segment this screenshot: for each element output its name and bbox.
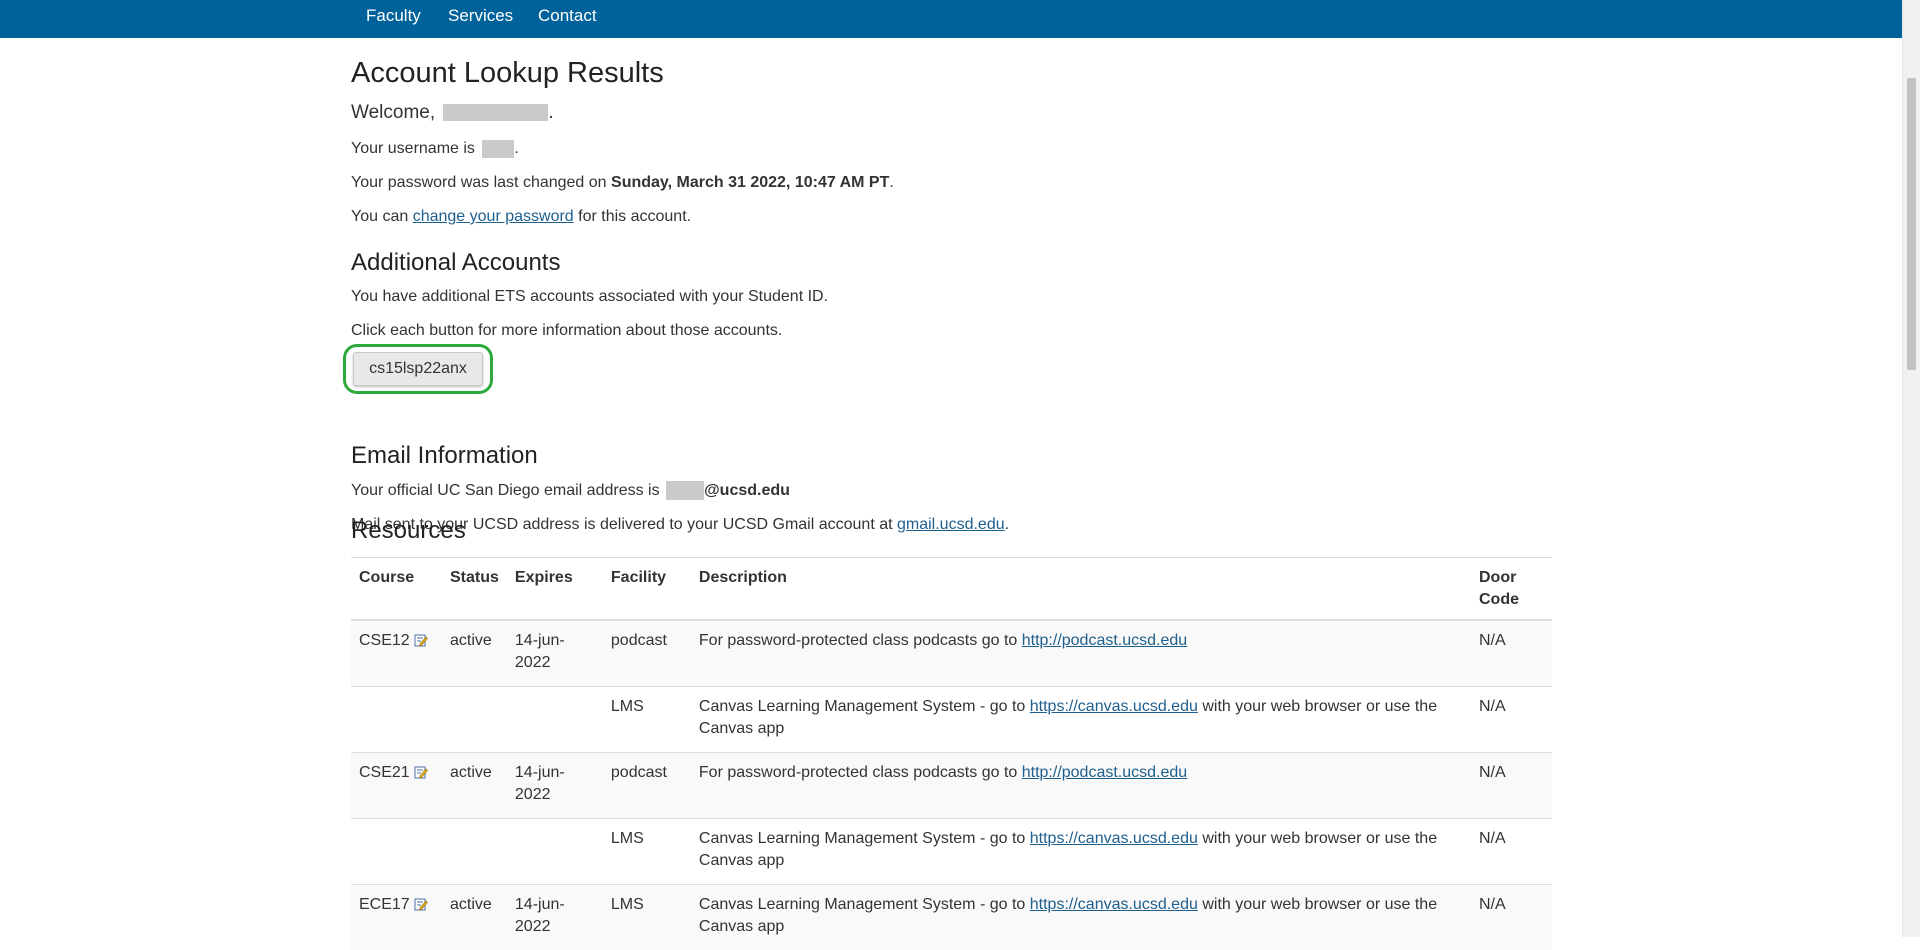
additional-account-button[interactable]: cs15lsp22anx: [353, 352, 483, 386]
cell-expires: [507, 819, 603, 885]
password-suffix: .: [889, 174, 893, 191]
cell-facility: LMS: [603, 885, 691, 950]
cell-door-code: N/A: [1471, 620, 1552, 687]
additional-accounts-instructions: Click each button for more information a…: [351, 321, 782, 341]
cell-expires: [507, 687, 603, 753]
email-address-line: Your official UC San Diego email address…: [351, 481, 790, 501]
change-password-link[interactable]: change your password: [413, 208, 574, 225]
additional-accounts-heading: Additional Accounts: [351, 249, 560, 277]
column-header-facility: Facility: [603, 558, 691, 621]
table-row: ECE17 active14-jun-2022LMS Canvas Learning…: [351, 885, 1552, 950]
description-link[interactable]: https://canvas.ucsd.edu: [1030, 896, 1198, 913]
top-navigation-bar: Faculty Services Contact: [0, 0, 1902, 38]
edit-note-icon[interactable]: [414, 764, 428, 778]
gmail-link[interactable]: gmail.ucsd.edu: [897, 516, 1005, 533]
cell-description: Canvas Learning Management System - go t…: [691, 819, 1471, 885]
edit-note-icon[interactable]: [414, 632, 428, 646]
additional-accounts-text: You have additional ETS accounts associa…: [351, 287, 828, 307]
nav-link-services[interactable]: Services: [448, 6, 513, 26]
column-header-door-code: Door Code: [1471, 558, 1552, 621]
cell-description: For password-protected class podcasts go…: [691, 753, 1471, 819]
password-changed-date: Sunday, March 31 2022, 10:47 AM PT: [611, 174, 889, 191]
cell-door-code: N/A: [1471, 753, 1552, 819]
username-suffix: .: [514, 140, 518, 157]
course-name: CSE21: [359, 764, 410, 781]
cell-expires: 14-jun-2022: [507, 620, 603, 687]
email-information-heading: Email Information: [351, 442, 538, 470]
redacted-username: [482, 140, 514, 158]
cell-facility: LMS: [603, 687, 691, 753]
cell-course: ECE17: [351, 885, 442, 950]
description-link[interactable]: http://podcast.ucsd.edu: [1022, 764, 1187, 781]
edit-note-icon[interactable]: [414, 896, 428, 910]
cell-description: Canvas Learning Management System - go t…: [691, 687, 1471, 753]
cell-status: active: [442, 620, 507, 687]
cell-status: [442, 819, 507, 885]
password-prefix: Your password was last changed on: [351, 174, 607, 191]
table-header-row: Course Status Expires Facility Descripti…: [351, 558, 1552, 621]
cell-description: Canvas Learning Management System - go t…: [691, 885, 1471, 950]
redacted-name: [443, 104, 548, 121]
resources-heading: Resources: [351, 517, 466, 545]
table-row: LMS Canvas Learning Management System - g…: [351, 687, 1552, 753]
cell-facility: podcast: [603, 753, 691, 819]
cell-description: For password-protected class podcasts go…: [691, 620, 1471, 687]
description-text: Canvas Learning Management System - go t…: [699, 896, 1025, 913]
cell-course: [351, 819, 442, 885]
gmail-line-suffix: .: [1005, 516, 1009, 533]
change-suffix: for this account.: [578, 208, 691, 225]
username-prefix: Your username is: [351, 140, 475, 157]
username-line: Your username is .: [351, 139, 519, 159]
welcome-prefix: Welcome,: [351, 102, 435, 123]
column-header-status: Status: [442, 558, 507, 621]
table-row: LMS Canvas Learning Management System - g…: [351, 819, 1552, 885]
course-name: CSE12: [359, 632, 410, 649]
description-text: Canvas Learning Management System - go t…: [699, 830, 1025, 847]
description-link[interactable]: https://canvas.ucsd.edu: [1030, 830, 1198, 847]
cell-course: CSE21: [351, 753, 442, 819]
table-row: CSE21 active14-jun-2022podcast For passwor…: [351, 753, 1552, 819]
redacted-email-user: [666, 481, 704, 500]
cell-facility: LMS: [603, 819, 691, 885]
email-domain: @ucsd.edu: [704, 482, 790, 499]
cell-status: active: [442, 753, 507, 819]
nav-link-faculty[interactable]: Faculty: [366, 6, 421, 26]
email-line-prefix: Your official UC San Diego email address…: [351, 482, 660, 499]
nav-link-contact[interactable]: Contact: [538, 6, 597, 26]
scrollbar-thumb[interactable]: [1907, 78, 1916, 370]
welcome-line: Welcome, .: [351, 101, 554, 125]
cell-facility: podcast: [603, 620, 691, 687]
password-changed-line: Your password was last changed on Sunday…: [351, 173, 894, 193]
cell-door-code: N/A: [1471, 687, 1552, 753]
column-header-expires: Expires: [507, 558, 603, 621]
resources-table-body: CSE12active14-jun-2022podcastFor passwor…: [351, 620, 1552, 950]
description-text: For password-protected class podcasts go…: [699, 632, 1017, 649]
change-prefix: You can: [351, 208, 408, 225]
course-name: ECE17: [359, 896, 410, 913]
page-title: Account Lookup Results: [351, 55, 664, 91]
cell-door-code: N/A: [1471, 885, 1552, 950]
column-header-description: Description: [691, 558, 1471, 621]
column-header-course: Course: [351, 558, 442, 621]
description-text: For password-protected class podcasts go…: [699, 764, 1017, 781]
cell-status: [442, 687, 507, 753]
resources-table: Course Status Expires Facility Descripti…: [351, 557, 1552, 950]
change-password-line: You can change your password for this ac…: [351, 207, 691, 227]
description-link[interactable]: http://podcast.ucsd.edu: [1022, 632, 1187, 649]
description-link[interactable]: https://canvas.ucsd.edu: [1030, 698, 1198, 715]
cell-course: CSE12: [351, 620, 442, 687]
cell-expires: 14-jun-2022: [507, 885, 603, 950]
cell-course: [351, 687, 442, 753]
description-text: Canvas Learning Management System - go t…: [699, 698, 1025, 715]
table-row: CSE12 active14-jun-2022podcast For passwor…: [351, 620, 1552, 687]
cell-expires: 14-jun-2022: [507, 753, 603, 819]
cell-door-code: N/A: [1471, 819, 1552, 885]
page-scrollbar[interactable]: [1902, 0, 1920, 937]
welcome-suffix: .: [548, 102, 553, 123]
cell-status: active: [442, 885, 507, 950]
